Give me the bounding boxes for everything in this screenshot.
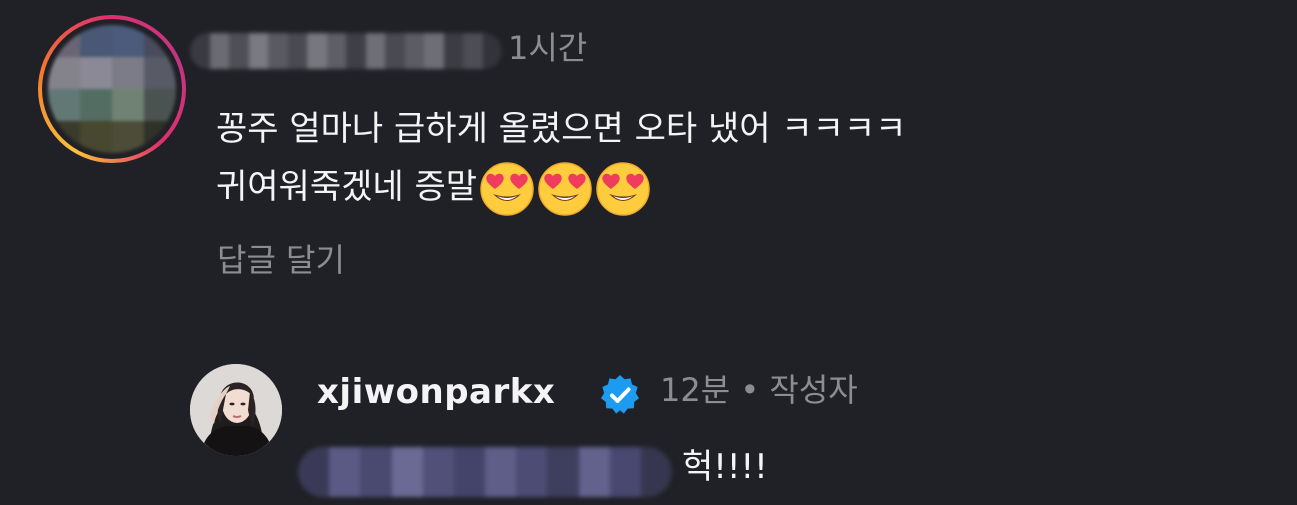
comment-line-1: 꽁주 얼마나 급하게 올렸으면 오타 냈어 ㅋㅋㅋㅋ [216, 109, 907, 149]
verified-badge-icon [601, 375, 639, 414]
comment-timestamp: 1시간 [508, 29, 588, 67]
comment-line-2: 귀여워죽겠네 증말 [216, 158, 906, 217]
blurred-username [190, 33, 502, 69]
reply-meta: 12분 • 작성자 [660, 371, 858, 409]
author-portrait-image [190, 364, 282, 456]
heart-eyes-emoji-icon [480, 161, 534, 216]
heart-eyes-emoji-icon [596, 161, 650, 216]
comment-line-2-text: 귀여워죽겠네 증말 [216, 167, 478, 207]
blurred-mention [298, 447, 672, 497]
blurred-avatar-image [48, 25, 176, 153]
reply-body: 헉!!!! [682, 447, 768, 487]
heart-eyes-emoji-icon [538, 161, 592, 216]
reply-button[interactable]: 답글 달기 [217, 238, 345, 282]
author-username[interactable]: xjiwonparkx [317, 368, 555, 416]
author-avatar[interactable] [190, 364, 282, 456]
emoji-group [479, 161, 651, 217]
commenter-avatar[interactable] [38, 15, 186, 163]
comment-body: 꽁주 얼마나 급하게 올렸으면 오타 냈어 ㅋㅋㅋㅋ 귀여워죽겠네 증말 [216, 100, 906, 217]
